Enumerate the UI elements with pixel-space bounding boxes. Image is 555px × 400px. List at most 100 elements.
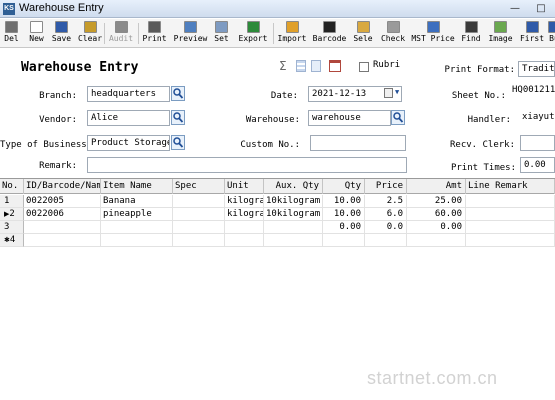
cell-code[interactable] — [24, 221, 101, 234]
minimize-icon[interactable]: — — [503, 1, 527, 16]
print-format-select[interactable]: Traditio — [518, 61, 555, 77]
cell-code[interactable]: 0022006 — [24, 208, 101, 221]
type-of-business-field[interactable]: Product Storage — [87, 135, 170, 151]
cell-aux[interactable] — [264, 234, 323, 247]
cell-price[interactable] — [365, 234, 407, 247]
cell-spec[interactable] — [173, 221, 225, 234]
cell-remark[interactable] — [466, 221, 555, 234]
cell-name[interactable] — [101, 234, 173, 247]
vendor-field[interactable]: Alice — [87, 110, 170, 126]
toolbar-separator — [138, 23, 139, 44]
toolbar-button-label: Clear — [77, 34, 103, 43]
branch-field[interactable]: headquarters — [87, 86, 170, 102]
clear-button[interactable]: Clear — [77, 20, 103, 47]
cell-amt[interactable]: 25.00 — [407, 195, 466, 208]
cell-unit[interactable]: kilogra — [225, 195, 264, 208]
vendor-search-icon[interactable] — [171, 110, 185, 125]
cell-amt[interactable]: 60.00 — [407, 208, 466, 221]
export-button[interactable]: Export — [236, 20, 270, 47]
cell-qty[interactable]: 10.00 — [323, 195, 365, 208]
date-calendar-icon[interactable] — [384, 88, 393, 98]
table-row[interactable]: ▶2 0022006 pineapple kilogra 10kilogram 10.00… — [0, 208, 555, 221]
grid-view-icon[interactable] — [311, 60, 321, 72]
cell-unit[interactable]: kilogra — [225, 208, 264, 221]
new-button[interactable]: New — [27, 20, 46, 47]
set-button[interactable]: Set — [212, 20, 231, 47]
cell-spec[interactable] — [173, 195, 225, 208]
barcode-icon — [323, 21, 336, 33]
cell-qty[interactable]: 10.00 — [323, 208, 365, 221]
table-row[interactable]: ✱4 — [0, 234, 555, 247]
cell-qty[interactable] — [323, 234, 365, 247]
chevron-down-icon[interactable]: ▼ — [395, 88, 405, 100]
rubric-checkbox[interactable] — [359, 62, 369, 72]
column-header[interactable]: Price — [365, 179, 407, 194]
mst-price-button[interactable]: MST Price — [411, 20, 455, 47]
column-header[interactable]: No. — [0, 179, 24, 194]
cell-amt[interactable]: 0.00 — [407, 221, 466, 234]
cell-spec[interactable] — [173, 208, 225, 221]
cell-remark[interactable] — [466, 195, 555, 208]
column-header[interactable]: Unit — [225, 179, 264, 194]
cell-code[interactable] — [24, 234, 101, 247]
list-icon[interactable] — [296, 60, 306, 72]
column-header[interactable]: Qty — [323, 179, 365, 194]
cell-name[interactable]: Banana — [101, 195, 173, 208]
row-number-text: 4 — [9, 235, 16, 245]
preview-icon — [184, 21, 197, 33]
cell-unit[interactable] — [225, 234, 264, 247]
broom-icon — [83, 21, 97, 33]
cell-price[interactable]: 0.0 — [365, 221, 407, 234]
del-button[interactable]: Del — [1, 20, 22, 47]
cell-name[interactable]: pineapple — [101, 208, 173, 221]
table-row[interactable]: 3 0.00 0.0 0.00 — [0, 221, 555, 234]
preview-button[interactable]: Preview — [173, 20, 208, 47]
print-format-label: Print Format: — [444, 65, 515, 75]
column-header[interactable]: Amt — [407, 179, 466, 194]
check-button[interactable]: Check — [379, 20, 407, 47]
save-button[interactable]: Save — [50, 20, 73, 47]
column-header[interactable]: Item Name — [101, 179, 173, 194]
column-header[interactable]: Spec — [173, 179, 225, 194]
page-title: Warehouse Entry — [21, 60, 139, 75]
cell-remark[interactable] — [466, 208, 555, 221]
cell-unit[interactable] — [225, 221, 264, 234]
custom-no-field[interactable] — [310, 135, 406, 151]
cell-price[interactable]: 2.5 — [365, 195, 407, 208]
import-button[interactable]: Import — [277, 20, 307, 47]
image-button[interactable]: Image — [487, 20, 514, 47]
column-header[interactable]: Aux. Qty — [264, 179, 323, 194]
cell-remark[interactable] — [466, 234, 555, 247]
cell-qty[interactable]: 0.00 — [323, 221, 365, 234]
warehouse-field[interactable]: warehouse — [308, 110, 391, 126]
table-row[interactable]: 1 0022005 Banana kilogra 10kilogram 10.00 2.5 2… — [0, 195, 555, 208]
type-search-icon[interactable] — [171, 135, 185, 150]
calendar-icon[interactable] — [329, 60, 341, 72]
cell-spec[interactable] — [173, 234, 225, 247]
first-button[interactable]: First — [518, 20, 546, 47]
column-header[interactable]: Line Remark — [466, 179, 555, 194]
sele-button[interactable]: Sele — [352, 20, 374, 47]
print-button[interactable]: Print — [141, 20, 168, 47]
cell-name[interactable] — [101, 221, 173, 234]
column-header[interactable]: ID/Barcode/Name — [24, 179, 101, 194]
warehouse-search-icon[interactable] — [391, 110, 405, 125]
cell-amt[interactable] — [407, 234, 466, 247]
cell-aux[interactable] — [264, 221, 323, 234]
maximize-icon[interactable]: □ — [529, 1, 553, 16]
audit-button[interactable]: Audit — [107, 20, 135, 47]
cell-aux[interactable]: 10kilogram — [264, 195, 323, 208]
page-setup-icon — [215, 21, 228, 33]
more-button[interactable]: Bu — [547, 20, 555, 47]
cell-price[interactable]: 6.0 — [365, 208, 407, 221]
find-button[interactable]: Find — [459, 20, 483, 47]
remark-field[interactable] — [87, 157, 407, 173]
cell-aux[interactable]: 10kilogram — [264, 208, 323, 221]
sum-icon[interactable]: Σ — [279, 59, 289, 73]
recv-clerk-field[interactable] — [520, 135, 555, 151]
barcode-button[interactable]: Barcode — [311, 20, 348, 47]
branch-search-icon[interactable] — [171, 86, 185, 101]
row-number: ✱4 — [0, 234, 24, 247]
cell-code[interactable]: 0022005 — [24, 195, 101, 208]
print-times-field[interactable]: 0.00 — [520, 157, 555, 173]
